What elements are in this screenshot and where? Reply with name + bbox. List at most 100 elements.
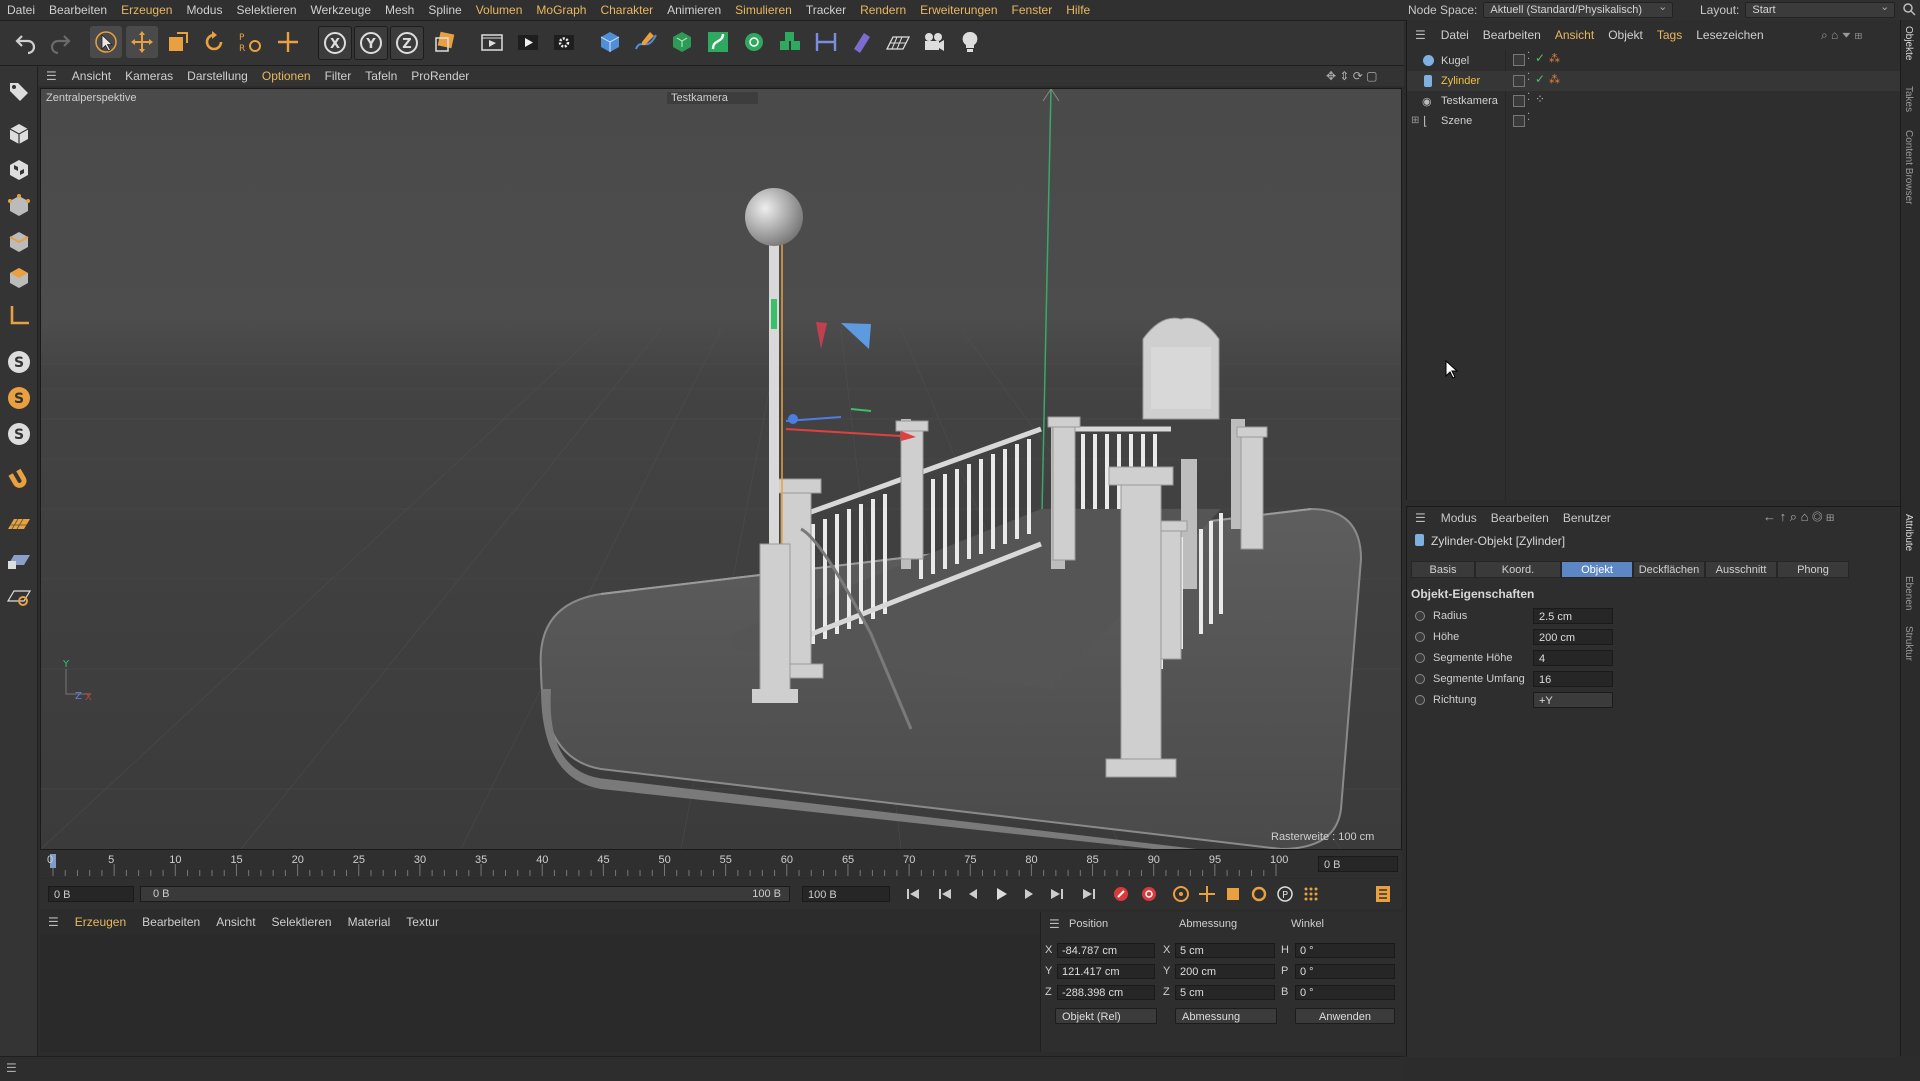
workplane-icon[interactable] bbox=[3, 508, 34, 539]
menu-erzeugen[interactable]: Erzeugen bbox=[114, 3, 179, 17]
select-icon[interactable] bbox=[90, 26, 122, 58]
target-tag-icon[interactable]: ⁘ bbox=[1535, 92, 1545, 106]
layout-dropdown[interactable]: Start bbox=[1745, 0, 1896, 18]
redo-icon[interactable] bbox=[44, 26, 76, 58]
material-menu-bearbeiten[interactable]: Bearbeiten bbox=[134, 915, 208, 929]
tab-phong[interactable]: Phong bbox=[1777, 561, 1849, 578]
node-space-dropdown[interactable]: Aktuell (Standard/Physikalisch) bbox=[1483, 0, 1674, 18]
cloner-icon[interactable] bbox=[738, 26, 770, 58]
animation-dot-icon[interactable] bbox=[1415, 611, 1425, 621]
material-menu-ansicht[interactable]: Ansicht bbox=[208, 915, 263, 929]
angle-b-field[interactable]: 0 ° bbox=[1295, 985, 1395, 1000]
menu-datei[interactable]: Datei bbox=[0, 3, 42, 17]
solo-selection-icon[interactable]: S bbox=[3, 418, 34, 449]
scale-icon[interactable] bbox=[162, 26, 194, 58]
parameter-key-icon[interactable]: P bbox=[1274, 883, 1296, 905]
side-tab-ebenen[interactable]: Ebenen bbox=[1903, 576, 1914, 610]
material-menu-erzeugen[interactable]: Erzeugen bbox=[67, 915, 134, 929]
tab-koord[interactable]: Koord. bbox=[1475, 561, 1561, 578]
end-frame-field[interactable]: 100 B bbox=[802, 886, 890, 902]
deformer-icon[interactable] bbox=[846, 26, 878, 58]
camera-icon[interactable] bbox=[918, 26, 950, 58]
y-axis-lock-icon[interactable]: Y bbox=[354, 26, 388, 60]
angle-h-field[interactable]: 0 ° bbox=[1295, 943, 1395, 958]
visibility-dots-icon[interactable]: ⁚ bbox=[1527, 112, 1530, 123]
floor-icon[interactable] bbox=[882, 26, 914, 58]
object-row-szene[interactable]: ⊞ ⌊ Szene ⁚ bbox=[1407, 111, 1901, 131]
z-axis-lock-icon[interactable]: Z bbox=[390, 26, 424, 60]
polygons-mode-icon[interactable] bbox=[3, 262, 34, 293]
start-frame-field[interactable]: 0 B bbox=[48, 886, 134, 902]
menu-mograph[interactable]: MoGraph bbox=[529, 3, 593, 17]
size-y-field[interactable]: 200 cm bbox=[1175, 964, 1275, 979]
viewport-navigation-icons[interactable]: ✥ ⇕ ⟳ ▢ bbox=[1326, 69, 1378, 83]
visibility-dots-icon[interactable]: ⁚ bbox=[1527, 72, 1530, 83]
visibility-dots-icon[interactable]: ⁚ bbox=[1527, 92, 1530, 103]
size-x-field[interactable]: 5 cm bbox=[1175, 943, 1275, 958]
3d-viewport[interactable]: Zentralperspektive Testkamera Y Z X Rast… bbox=[40, 88, 1402, 850]
object-manager-tools-icons[interactable]: ⌕ ⌂ ⏷ ⊞ bbox=[1821, 28, 1862, 43]
go-to-start-icon[interactable] bbox=[902, 883, 924, 905]
position-x-field[interactable]: -84.787 cm bbox=[1057, 943, 1155, 958]
enabled-check-icon[interactable]: ✓ bbox=[1535, 51, 1545, 65]
material-tag-icon[interactable]: ⁂ bbox=[1549, 52, 1560, 65]
viewport-menu-prorender[interactable]: ProRender bbox=[404, 69, 476, 83]
menu-erweiterungen[interactable]: Erweiterungen bbox=[913, 3, 1004, 17]
property-segmente-hoehe-field[interactable]: 4 bbox=[1533, 650, 1613, 666]
viewport-menu-icon[interactable]: ☰ bbox=[38, 69, 65, 83]
layer-icon[interactable] bbox=[1513, 75, 1525, 87]
tab-deckflaechen[interactable]: Deckflächen bbox=[1633, 561, 1705, 578]
next-key-icon[interactable] bbox=[1046, 883, 1068, 905]
enabled-check-icon[interactable]: ✓ bbox=[1535, 72, 1545, 86]
light-icon[interactable] bbox=[954, 26, 986, 58]
material-list-area[interactable] bbox=[40, 934, 1040, 1052]
move-icon[interactable] bbox=[126, 26, 158, 58]
menu-tracker[interactable]: Tracker bbox=[799, 3, 853, 17]
material-menu-selektieren[interactable]: Selektieren bbox=[264, 915, 340, 929]
subdivision-icon[interactable] bbox=[666, 26, 698, 58]
points-mode-icon[interactable] bbox=[3, 190, 34, 221]
menu-mesh[interactable]: Mesh bbox=[378, 3, 421, 17]
cube-primitive-icon[interactable] bbox=[594, 26, 626, 58]
tab-objekt[interactable]: Objekt bbox=[1561, 561, 1633, 578]
layer-icon[interactable] bbox=[1513, 54, 1525, 66]
render-view-icon[interactable] bbox=[512, 26, 544, 58]
attribute-menu-modus[interactable]: Modus bbox=[1434, 511, 1484, 525]
material-menu-icon[interactable]: ☰ bbox=[40, 915, 67, 929]
object-row-zylinder[interactable]: Zylinder ⁚ ✓ ⁂ bbox=[1407, 71, 1901, 91]
menu-charakter[interactable]: Charakter bbox=[593, 3, 660, 17]
attribute-nav-icons[interactable]: ← ↑ ⌕ ⌂ ◎ ⊞ bbox=[1763, 509, 1834, 525]
render-region-icon[interactable] bbox=[476, 26, 508, 58]
coordinate-menu-icon[interactable]: ☰ bbox=[1049, 917, 1060, 931]
snap-icon[interactable]: S bbox=[3, 346, 34, 377]
menu-bearbeiten[interactable]: Bearbeiten bbox=[42, 3, 114, 17]
solo-icon[interactable]: S bbox=[3, 382, 34, 413]
angle-p-field[interactable]: 0 ° bbox=[1295, 964, 1395, 979]
go-to-end-icon[interactable] bbox=[1078, 883, 1100, 905]
texture-mode-icon[interactable] bbox=[3, 154, 34, 185]
material-menu-material[interactable]: Material bbox=[340, 915, 399, 929]
locked-workplane-icon[interactable] bbox=[3, 544, 34, 575]
side-tab-objekte[interactable]: Objekte bbox=[1903, 26, 1914, 60]
preview-range-slider[interactable]: 0 B 100 B bbox=[140, 886, 790, 902]
menu-selektieren[interactable]: Selektieren bbox=[229, 3, 303, 17]
search-icon[interactable] bbox=[1902, 2, 1916, 19]
object-menu-objekt[interactable]: Objekt bbox=[1601, 28, 1650, 42]
timeline-ruler[interactable]: 0 5 10 15 20 25 30 35 40 45 50 55 60 65 70 75 80 85 90 95 10… bbox=[40, 850, 1402, 878]
coordinate-mode-dropdown[interactable]: Objekt (Rel) bbox=[1055, 1008, 1157, 1024]
object-row-kugel[interactable]: Kugel ⁚ ✓ ⁂ bbox=[1407, 51, 1901, 71]
expand-toggle-icon[interactable]: ⊞ bbox=[1411, 115, 1419, 126]
object-row-testkamera[interactable]: ◉ Testkamera ⁚ ⁘ bbox=[1407, 91, 1901, 111]
object-menu-lesezeichen[interactable]: Lesezeichen bbox=[1689, 28, 1770, 42]
symmetry-icon[interactable] bbox=[810, 26, 842, 58]
property-radius-field[interactable]: 2.5 cm bbox=[1533, 608, 1613, 624]
timeline-layout-icon[interactable] bbox=[1372, 883, 1394, 905]
visibility-dots-icon[interactable]: ⁚ bbox=[1527, 51, 1530, 62]
layer-icon[interactable] bbox=[1513, 115, 1525, 127]
animation-dot-icon[interactable] bbox=[1415, 695, 1425, 705]
make-editable-icon[interactable] bbox=[3, 76, 34, 107]
position-key-icon[interactable] bbox=[1196, 883, 1218, 905]
coordinate-system-icon[interactable] bbox=[430, 26, 462, 58]
keyframe-selection-icon[interactable] bbox=[1170, 883, 1192, 905]
side-tab-takes[interactable]: Takes bbox=[1903, 86, 1914, 112]
